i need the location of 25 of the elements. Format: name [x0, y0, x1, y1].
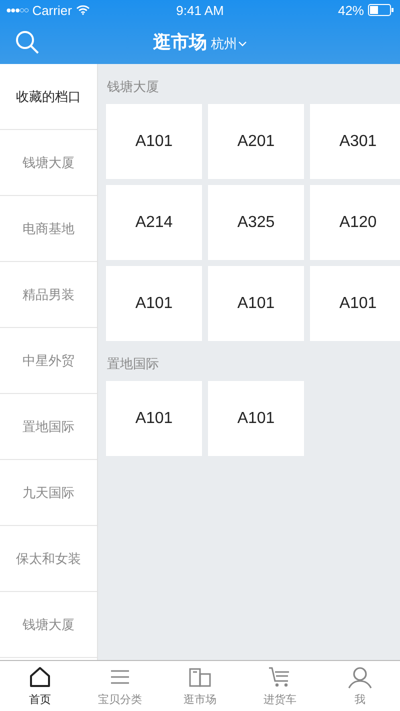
search-icon[interactable]: [15, 30, 39, 54]
wifi-icon: [76, 5, 90, 15]
section-title: 置地国际: [106, 355, 160, 373]
page-title: 逛市场: [153, 31, 207, 54]
battery-icon: [368, 4, 394, 16]
home-icon: [28, 665, 52, 689]
stall-tile[interactable]: A214: [106, 185, 202, 260]
status-time: 9:41 AM: [175, 2, 225, 18]
stall-tile[interactable]: A101: [310, 266, 400, 341]
stall-tile[interactable]: A301: [310, 104, 400, 179]
stall-tile[interactable]: A325: [208, 185, 304, 260]
person-icon: [348, 665, 372, 689]
signal-strength: ●●●○○: [6, 5, 28, 15]
cart-icon: [268, 665, 292, 689]
battery-percent: 42%: [338, 2, 364, 18]
stall-tile[interactable]: A101: [106, 266, 202, 341]
chevron-down-icon: [238, 41, 247, 47]
carrier-name: Carrier: [32, 2, 72, 18]
stall-tile[interactable]: A201: [208, 104, 304, 179]
stall-tile[interactable]: A120: [310, 185, 400, 260]
stall-tile[interactable]: A101: [106, 104, 202, 179]
stall-tile[interactable]: A101: [208, 266, 304, 341]
section-title: 钱塘大厦: [106, 78, 160, 96]
stall-tile[interactable]: A101: [208, 381, 304, 456]
stall-tile[interactable]: A101: [106, 381, 202, 456]
